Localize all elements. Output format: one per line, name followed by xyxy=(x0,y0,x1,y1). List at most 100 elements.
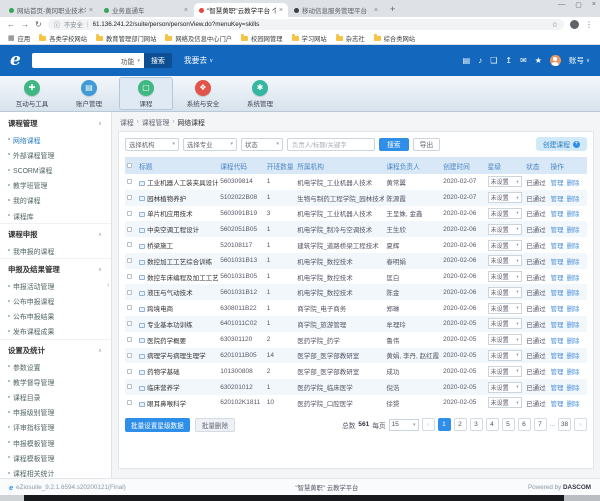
sidebar-item[interactable]: 课程目录 xyxy=(0,389,111,404)
mail-icon[interactable]: ✉ xyxy=(520,57,527,65)
sidebar-item[interactable]: 申报级别管理 xyxy=(0,405,111,420)
browser-menu-icon[interactable]: ⋮ xyxy=(585,20,593,29)
tab-close-icon[interactable]: × xyxy=(374,7,378,14)
sidebar-item[interactable]: 我的课程 xyxy=(0,193,111,208)
bookmark-star-icon[interactable]: ☆ xyxy=(552,21,558,29)
forward-icon[interactable]: → xyxy=(21,21,29,29)
header-search-button[interactable]: 搜索 xyxy=(144,53,172,68)
tab-close-icon[interactable]: × xyxy=(89,7,93,14)
org-select[interactable]: 选择机构 ▾ xyxy=(125,138,179,151)
batch-set-button[interactable]: 批量设置星级数据 xyxy=(125,418,190,432)
manage-link[interactable]: 管理 xyxy=(550,369,563,376)
course-title-link[interactable]: 园林植物养护 xyxy=(147,196,186,203)
sidebar-item[interactable]: 课程库 xyxy=(0,208,111,223)
user-avatar[interactable] xyxy=(550,55,561,66)
column-header[interactable]: 操作 xyxy=(548,157,587,174)
delete-link[interactable]: 删除 xyxy=(566,353,579,360)
sidebar-item[interactable]: 教学督导管理 xyxy=(0,374,111,389)
page-button[interactable]: 1 xyxy=(438,418,451,431)
star-level-select[interactable]: 未设置▾ xyxy=(488,318,522,329)
bookmark-folder[interactable]: 各类学校网站 xyxy=(39,34,87,43)
sidebar-item[interactable]: 网络课程 xyxy=(0,132,111,147)
column-header[interactable]: 所属机构 xyxy=(295,157,384,174)
course-title-link[interactable]: 中央空调工程设计 xyxy=(147,227,199,234)
page-button[interactable]: 2 xyxy=(454,418,467,431)
star-level-select[interactable]: 未设置▾ xyxy=(488,366,522,377)
sidebar-item[interactable]: 公布申报结果 xyxy=(0,309,111,324)
info-icon[interactable]: ⓘ xyxy=(54,20,60,29)
row-checkbox[interactable] xyxy=(127,290,132,295)
star-level-select[interactable]: 未设置▾ xyxy=(488,224,522,235)
manage-link[interactable]: 管理 xyxy=(550,353,563,360)
delete-link[interactable]: 删除 xyxy=(566,211,579,218)
star-level-select[interactable]: 未设置▾ xyxy=(488,287,522,298)
delete-link[interactable]: 删除 xyxy=(566,322,579,329)
course-title-link[interactable]: 单片机应用技术 xyxy=(147,211,193,218)
manage-link[interactable]: 管理 xyxy=(550,180,563,187)
star-level-select[interactable]: 未设置▾ xyxy=(488,192,522,203)
breadcrumb-item[interactable]: 课程 xyxy=(120,117,134,127)
sidebar-item[interactable]: 课程模板管理 xyxy=(0,450,111,465)
bookmark-folder[interactable]: 综合类网站 xyxy=(374,34,415,43)
toolbar-item-course[interactable]: ▢课程 xyxy=(119,77,173,110)
manage-link[interactable]: 管理 xyxy=(550,196,563,203)
delete-link[interactable]: 删除 xyxy=(566,196,579,203)
new-tab-button[interactable]: + xyxy=(390,3,395,15)
bookmark-folder[interactable]: 学习网站 xyxy=(292,34,327,43)
course-title-link[interactable]: 跨境电商 xyxy=(147,306,173,313)
sidebar-section-title[interactable]: 申报及结果管理∧ xyxy=(0,258,111,278)
quick-nav-menu[interactable]: 我要去 ∨ xyxy=(184,55,213,66)
star-level-select[interactable]: 未设置▾ xyxy=(488,382,522,393)
select-all-checkbox[interactable] xyxy=(127,163,132,168)
per-page-select[interactable]: 15 ▾ xyxy=(389,419,419,431)
maximize-button[interactable]: ▢ xyxy=(575,1,582,9)
tab-close-icon[interactable]: × xyxy=(184,7,188,14)
breadcrumb-item[interactable]: 课程管理 xyxy=(142,117,170,127)
page-button[interactable]: 7 xyxy=(534,418,547,431)
bookmark-folder[interactable]: 校园网管理 xyxy=(241,34,282,43)
page-button[interactable]: 3 xyxy=(470,418,483,431)
manage-link[interactable]: 管理 xyxy=(550,322,563,329)
browser-tab[interactable]: "智慧黄职"云教学平台 个人中心× xyxy=(194,3,288,17)
course-title-link[interactable]: 液压与气动技术 xyxy=(147,290,193,297)
close-button[interactable]: × xyxy=(592,1,596,9)
breadcrumb-item[interactable]: 网络课程 xyxy=(177,117,205,127)
manage-link[interactable]: 管理 xyxy=(550,211,563,218)
manage-link[interactable]: 管理 xyxy=(550,243,563,250)
list-icon[interactable]: ▤ xyxy=(463,57,471,65)
manage-link[interactable]: 管理 xyxy=(550,385,563,392)
column-header[interactable]: 课程代码 xyxy=(218,157,265,174)
row-checkbox[interactable] xyxy=(127,258,132,263)
sidebar-item[interactable]: 课程相关统计 xyxy=(0,465,111,478)
course-title-link[interactable]: 数控车床编程及加工工艺 xyxy=(147,275,218,282)
sidebar-section-title[interactable]: 课程管理∧ xyxy=(0,113,111,132)
minimize-button[interactable]: — xyxy=(558,1,565,9)
search-button[interactable]: 搜索 xyxy=(379,138,409,151)
bookmark-folder[interactable]: 网络及信息中心门户 xyxy=(165,34,232,43)
delete-link[interactable]: 删除 xyxy=(566,259,579,266)
star-level-select[interactable]: 未设置▾ xyxy=(488,176,522,187)
chat-icon[interactable]: ❑ xyxy=(490,57,497,65)
course-title-link[interactable]: 医院药学概要 xyxy=(147,338,186,345)
course-title-link[interactable]: 桥梁施工 xyxy=(147,243,173,250)
manage-link[interactable]: 管理 xyxy=(550,259,563,266)
toolbar-item-security[interactable]: ❖系统与安全 xyxy=(176,77,230,110)
column-header[interactable]: 课程负责人 xyxy=(384,157,441,174)
sound-icon[interactable]: ♪ xyxy=(478,57,482,65)
column-header[interactable]: 创建时间 xyxy=(441,157,486,174)
next-page-button[interactable]: › xyxy=(574,418,587,431)
reload-icon[interactable]: ↻ xyxy=(35,21,42,29)
cart-icon[interactable]: ★ xyxy=(535,57,542,65)
column-header[interactable]: 标题 xyxy=(137,157,218,174)
course-title-link[interactable]: 临床营养学 xyxy=(147,385,180,392)
url-text[interactable]: 61.136.241.22/suite/person/personView.do… xyxy=(93,21,548,28)
star-level-select[interactable]: 未设置▾ xyxy=(488,350,522,361)
manage-link[interactable]: 管理 xyxy=(550,290,563,297)
column-header[interactable]: 状态 xyxy=(524,157,548,174)
search-input[interactable]: 功能 ▾ xyxy=(32,53,144,68)
export-button[interactable]: 导出 xyxy=(413,138,441,151)
course-title-link[interactable]: 病理学与病理生理学 xyxy=(147,353,206,360)
page-button[interactable]: 4 xyxy=(486,418,499,431)
row-checkbox[interactable] xyxy=(127,321,132,326)
share-icon[interactable]: ↥ xyxy=(505,57,512,65)
